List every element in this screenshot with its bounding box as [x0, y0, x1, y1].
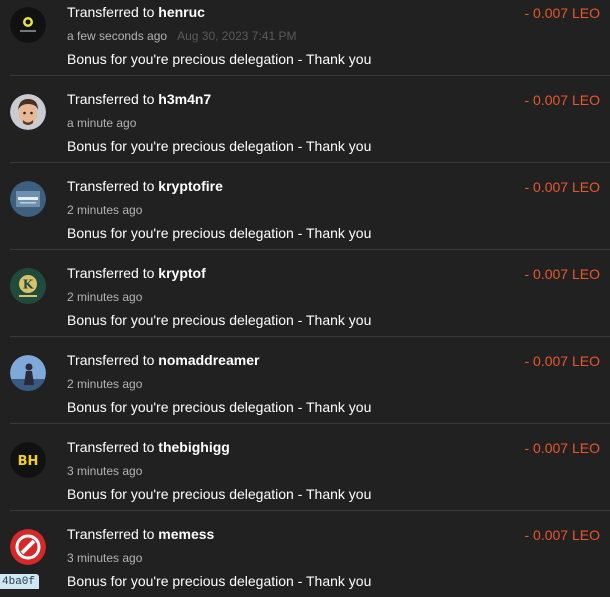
transfer-title: Transferred to nomaddreamer: [67, 352, 259, 368]
transfer-amount: - 0.007 LEO: [524, 179, 601, 195]
kryptof-avatar-icon: K: [10, 268, 46, 304]
transfer-prefix: Transferred to: [67, 352, 155, 368]
transfer-prefix: Transferred to: [67, 91, 155, 107]
transfer-item: Transferred to memess 3 minutes ago Bonu…: [10, 511, 610, 597]
relative-time: a few seconds ago: [67, 29, 168, 43]
transfer-time: 2 minutes ago: [67, 203, 143, 217]
transfer-time: 2 minutes ago: [67, 290, 143, 304]
transfer-title: Transferred to thebighigg: [67, 439, 230, 455]
transfer-item: BH Transferred to thebighigg 3 minutes a…: [10, 424, 610, 511]
transfer-item: Transferred to h3m4n7 a minute ago Bonus…: [10, 76, 610, 163]
transfer-prefix: Transferred to: [67, 178, 155, 194]
recipient-link[interactable]: nomaddreamer: [158, 352, 259, 368]
transfer-prefix: Transferred to: [67, 4, 155, 20]
transfer-prefix: Transferred to: [67, 265, 155, 281]
avatar[interactable]: [10, 7, 46, 43]
avatar[interactable]: K: [10, 268, 46, 304]
transfer-memo: Bonus for you're precious delegation - T…: [67, 573, 372, 589]
transfer-time: 3 minutes ago: [67, 551, 143, 565]
transfer-amount: - 0.007 LEO: [524, 527, 601, 543]
henruc-avatar-icon: [10, 7, 46, 43]
transfer-memo: Bonus for you're precious delegation - T…: [67, 312, 372, 328]
transfer-amount: - 0.007 LEO: [524, 5, 601, 21]
thebighigg-logo-text: BH: [18, 454, 39, 469]
debug-tag: 4ba0f: [0, 574, 40, 589]
transfer-title: Transferred to kryptofire: [67, 178, 223, 194]
transfer-time: 2 minutes ago: [67, 377, 143, 391]
recipient-link[interactable]: kryptofire: [158, 178, 223, 194]
transfer-time: a minute ago: [67, 116, 137, 130]
avatar[interactable]: [10, 181, 46, 217]
recipient-link[interactable]: kryptof: [158, 265, 205, 281]
transfer-feed: Transferred to henruc a few seconds ago A…: [0, 0, 610, 597]
recipient-link[interactable]: memess: [158, 526, 214, 542]
transfer-item: Transferred to nomaddreamer 2 minutes ag…: [10, 337, 610, 424]
transfer-prefix: Transferred to: [67, 526, 155, 542]
recipient-link[interactable]: h3m4n7: [158, 91, 211, 107]
transfer-amount: - 0.007 LEO: [524, 440, 601, 456]
memess-avatar-icon: [10, 529, 46, 565]
avatar[interactable]: [10, 529, 46, 565]
transfer-title: Transferred to kryptof: [67, 265, 206, 281]
recipient-link[interactable]: henruc: [158, 4, 205, 20]
transfer-amount: - 0.007 LEO: [524, 266, 601, 282]
transfer-amount: - 0.007 LEO: [524, 353, 601, 369]
kryptof-logo-letter: K: [23, 278, 34, 292]
transfer-title: Transferred to henruc: [67, 4, 205, 20]
transfer-memo: Bonus for you're precious delegation - T…: [67, 486, 372, 502]
transfer-time: 3 minutes ago: [67, 464, 143, 478]
recipient-link[interactable]: thebighigg: [158, 439, 230, 455]
transfer-item: Transferred to henruc a few seconds ago A…: [10, 0, 610, 76]
transfer-memo: Bonus for you're precious delegation - T…: [67, 51, 372, 67]
kryptofire-avatar-icon: [10, 181, 46, 217]
transfer-memo: Bonus for you're precious delegation - T…: [67, 225, 372, 241]
transfer-memo: Bonus for you're precious delegation - T…: [67, 138, 372, 154]
h3m4n7-avatar-icon: [10, 94, 46, 130]
thebighigg-avatar-icon: BH: [10, 442, 46, 478]
transfer-item: K Transferred to kryptof 2 minutes ago B…: [10, 250, 610, 337]
transfer-title: Transferred to h3m4n7: [67, 91, 211, 107]
avatar[interactable]: [10, 355, 46, 391]
transfer-prefix: Transferred to: [67, 439, 155, 455]
transfer-title: Transferred to memess: [67, 526, 214, 542]
timestamp-tooltip: Aug 30, 2023 7:41 PM: [177, 29, 297, 43]
transfer-memo: Bonus for you're precious delegation - T…: [67, 399, 372, 415]
nomaddreamer-avatar-icon: [10, 355, 46, 391]
transfer-amount: - 0.007 LEO: [524, 92, 601, 108]
transfer-time: a few seconds ago Aug 30, 2023 7:41 PM: [67, 29, 297, 43]
avatar[interactable]: [10, 94, 46, 130]
avatar[interactable]: BH: [10, 442, 46, 478]
transfer-item: Transferred to kryptofire 2 minutes ago …: [10, 163, 610, 250]
